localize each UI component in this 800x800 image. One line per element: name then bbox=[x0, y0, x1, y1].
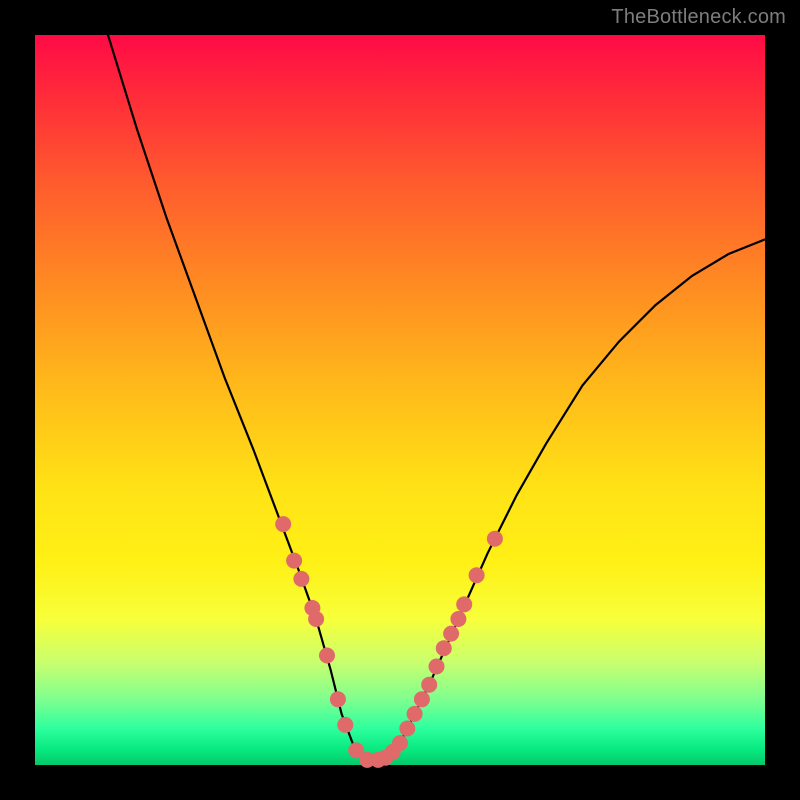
chart-frame: TheBottleneck.com bbox=[0, 0, 800, 800]
marker-point bbox=[436, 640, 452, 656]
marker-point bbox=[456, 596, 472, 612]
chart-svg bbox=[35, 35, 765, 765]
plot-area bbox=[35, 35, 765, 765]
bottleneck-curve bbox=[108, 35, 765, 761]
marker-point bbox=[275, 516, 291, 532]
marker-point bbox=[421, 677, 437, 693]
marker-point bbox=[429, 659, 445, 675]
marker-point bbox=[407, 706, 423, 722]
watermark-text: TheBottleneck.com bbox=[611, 6, 786, 29]
marker-point bbox=[399, 721, 415, 737]
marker-point bbox=[469, 567, 485, 583]
marker-point bbox=[293, 571, 309, 587]
marker-point bbox=[450, 611, 466, 627]
marker-point bbox=[337, 717, 353, 733]
marker-point bbox=[319, 648, 335, 664]
marker-point bbox=[443, 626, 459, 642]
marker-point bbox=[414, 691, 430, 707]
marker-point bbox=[487, 531, 503, 547]
marker-point bbox=[392, 735, 408, 751]
marker-point bbox=[286, 553, 302, 569]
marker-point bbox=[308, 611, 324, 627]
highlight-markers bbox=[275, 516, 503, 768]
marker-point bbox=[330, 691, 346, 707]
